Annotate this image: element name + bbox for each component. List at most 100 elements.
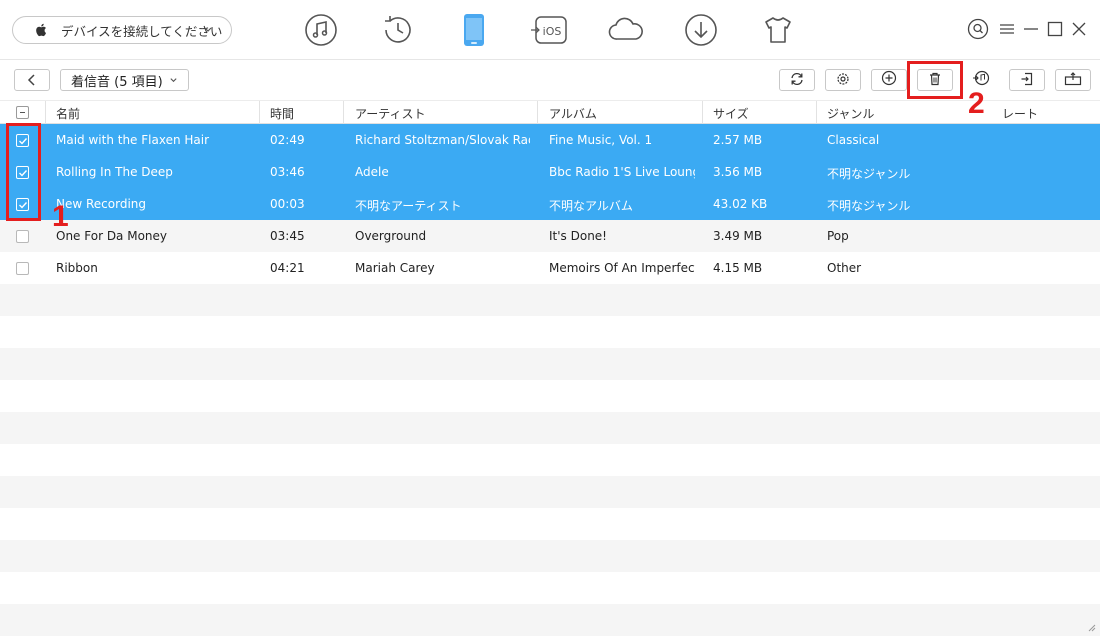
history-icon[interactable]	[380, 12, 416, 48]
menu-icon[interactable]	[996, 18, 1018, 40]
cell-size: 2.57 MB	[713, 133, 763, 147]
account-icon[interactable]	[967, 18, 989, 40]
select-all-checkbox[interactable]	[16, 106, 29, 119]
category-selector[interactable]: 着信音 (5 項目)	[60, 69, 189, 91]
row-checkbox[interactable]	[16, 262, 29, 275]
empty-row	[0, 604, 1100, 636]
cell-time: 04:21	[270, 261, 305, 275]
music-icon[interactable]	[303, 12, 339, 48]
cell-album: Fine Music, Vol. 1	[549, 133, 653, 147]
app-window: デバイスを接続してください iOS 着信音 (5 項目) 名前 時間 アーティス…	[0, 0, 1100, 640]
cell-album: Bbc Radio 1'S Live Loung...	[549, 165, 695, 179]
cloud-icon[interactable]	[606, 12, 646, 48]
chevron-down-icon	[203, 23, 213, 38]
cell-artist: Overground	[355, 229, 427, 243]
column-separator	[702, 101, 703, 125]
column-header-rate[interactable]: レート	[1002, 105, 1038, 122]
column-separator	[537, 101, 538, 125]
cell-artist: 不明なアーティスト	[355, 199, 462, 213]
cell-time: 02:49	[270, 133, 305, 147]
empty-row	[0, 476, 1100, 508]
back-button[interactable]	[14, 69, 50, 91]
download-icon[interactable]	[683, 12, 719, 48]
cell-size: 3.56 MB	[713, 165, 763, 179]
cell-album: 不明なアルバム	[549, 199, 633, 213]
to-pc-button[interactable]	[1009, 69, 1045, 91]
cell-name: One For Da Money	[56, 229, 168, 243]
cell-genre: 不明なジャンル	[827, 167, 911, 181]
column-separator	[816, 101, 817, 125]
minimize-icon[interactable]	[1020, 18, 1042, 40]
cell-album: It's Done!	[549, 229, 607, 243]
empty-row	[0, 316, 1100, 348]
refresh-button[interactable]	[779, 69, 815, 91]
cell-genre: Pop	[827, 229, 849, 243]
cell-album: Memoirs Of An Imperfect...	[549, 261, 695, 275]
cell-genre: 不明なジャンル	[827, 199, 911, 213]
table-row[interactable]: New Recording 00:03 不明なアーティスト 不明なアルバム 43.02 …	[0, 188, 1100, 220]
cell-genre: Other	[827, 261, 862, 275]
cell-size: 43.02 KB	[713, 197, 768, 211]
column-header-size[interactable]: サイズ	[713, 105, 749, 122]
cell-artist: Richard Stoltzman/Slovak Radi...	[355, 133, 530, 147]
close-icon[interactable]	[1068, 18, 1090, 40]
column-separator	[259, 101, 260, 125]
cell-size: 4.15 MB	[713, 261, 763, 275]
column-header-genre[interactable]: ジャンル	[827, 105, 874, 122]
table-row[interactable]: Maid with the Flaxen Hair 02:49 Richard St…	[0, 124, 1100, 156]
empty-row	[0, 348, 1100, 380]
maximize-icon[interactable]	[1044, 18, 1066, 40]
empty-row	[0, 412, 1100, 444]
cell-genre: Classical	[827, 133, 880, 147]
add-icon	[881, 70, 897, 90]
cell-artist: Adele	[355, 165, 389, 179]
device-selector-button[interactable]: デバイスを接続してください	[12, 16, 232, 44]
cell-time: 03:45	[270, 229, 305, 243]
tshirt-icon[interactable]	[760, 12, 796, 48]
table-header: 名前 時間 アーティスト アルバム サイズ ジャンル レート	[0, 100, 1100, 125]
cell-artist: Mariah Carey	[355, 261, 435, 275]
empty-row	[0, 380, 1100, 412]
column-header-name[interactable]: 名前	[56, 105, 80, 122]
annotation-highlight-delete	[907, 61, 963, 99]
resize-grip-icon[interactable]	[1088, 617, 1096, 636]
category-label: 着信音 (5 項目)	[71, 74, 163, 90]
top-bar: デバイスを接続してください iOS	[0, 0, 1100, 60]
table-row[interactable]: One For Da Money 03:45 Overground It's Done…	[0, 220, 1100, 252]
phone-icon[interactable]	[456, 12, 492, 48]
table-row[interactable]: Rolling In The Deep 03:46 Adele Bbc Radio 1…	[0, 156, 1100, 188]
cell-name: Ribbon	[56, 261, 98, 275]
empty-row	[0, 540, 1100, 572]
ios-label: iOS	[543, 25, 562, 38]
apple-icon	[35, 23, 57, 37]
empty-row	[0, 572, 1100, 604]
row-checkbox[interactable]	[16, 230, 29, 243]
settings-button[interactable]	[825, 69, 861, 91]
cell-name: Maid with the Flaxen Hair	[56, 133, 210, 147]
device-selector-label: デバイスを接続してください	[61, 23, 223, 39]
to-device-icon	[1064, 71, 1082, 90]
table-body: Maid with the Flaxen Hair 02:49 Richard St…	[0, 124, 1100, 636]
to-pc-icon	[1020, 71, 1034, 90]
chevron-down-icon	[169, 73, 178, 88]
refresh-icon	[790, 71, 804, 90]
empty-row	[0, 444, 1100, 476]
empty-row	[0, 508, 1100, 540]
table-row[interactable]: Ribbon 04:21 Mariah Carey Memoirs Of An Imp…	[0, 252, 1100, 284]
add-button[interactable]	[871, 69, 907, 91]
to-device-button[interactable]	[1055, 69, 1091, 91]
column-separator	[45, 101, 46, 125]
cell-size: 3.49 MB	[713, 229, 763, 243]
column-header-artist[interactable]: アーティスト	[355, 105, 426, 122]
annotation-step-1: 1	[52, 200, 69, 233]
cell-time: 03:46	[270, 165, 305, 179]
column-header-album[interactable]: アルバム	[549, 105, 597, 122]
cell-name: New Recording	[56, 197, 147, 211]
chevron-left-icon	[26, 71, 38, 90]
annotation-step-2: 2	[968, 87, 985, 120]
cell-time: 00:03	[270, 197, 305, 211]
column-header-time[interactable]: 時間	[270, 105, 294, 122]
annotation-highlight-checkboxes	[6, 123, 41, 221]
cell-name: Rolling In The Deep	[56, 165, 173, 179]
to-ios-icon[interactable]: iOS	[530, 12, 570, 48]
